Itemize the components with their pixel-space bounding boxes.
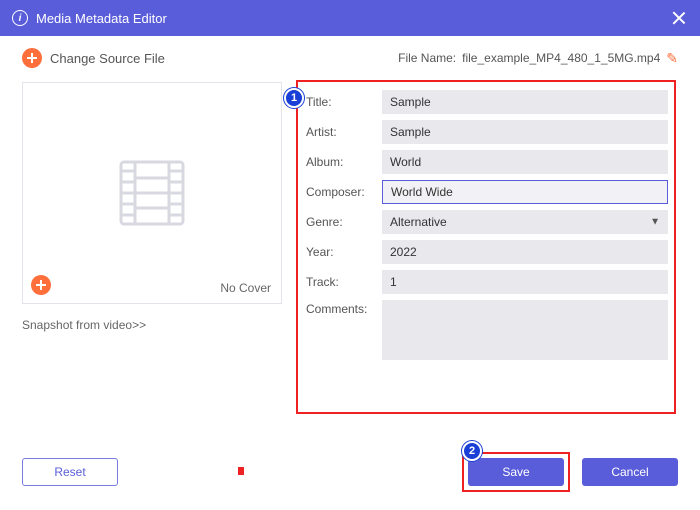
- info-icon: i: [12, 10, 28, 26]
- file-name-label: File Name:: [398, 51, 456, 65]
- album-label: Album:: [306, 155, 382, 169]
- title-input[interactable]: [382, 90, 668, 114]
- genre-value[interactable]: [382, 210, 668, 234]
- pencil-icon[interactable]: ✎: [666, 50, 678, 67]
- track-label: Track:: [306, 275, 382, 289]
- composer-label: Composer:: [306, 185, 382, 199]
- cancel-button[interactable]: Cancel: [582, 458, 678, 486]
- cover-panel: No Cover Snapshot from video>>: [22, 82, 282, 374]
- year-input[interactable]: [382, 240, 668, 264]
- close-icon[interactable]: [670, 9, 688, 27]
- annotation-badge-2: 2: [462, 441, 482, 461]
- window-title: Media Metadata Editor: [36, 11, 167, 26]
- comments-label: Comments:: [306, 300, 382, 316]
- file-info: File Name: file_example_MP4_480_1_5MG.mp…: [398, 50, 678, 67]
- title-label: Title:: [306, 95, 382, 109]
- top-row: Change Source File File Name: file_examp…: [22, 48, 678, 68]
- artist-label: Artist:: [306, 125, 382, 139]
- change-source-button[interactable]: Change Source File: [22, 48, 165, 68]
- year-label: Year:: [306, 245, 382, 259]
- film-icon: [107, 158, 197, 228]
- comments-input[interactable]: [382, 300, 668, 360]
- file-name-value: file_example_MP4_480_1_5MG.mp4: [462, 51, 660, 65]
- metadata-form: Title: Artist: Album: Composer: Genre: ▼: [292, 82, 678, 374]
- album-input[interactable]: [382, 150, 668, 174]
- annotation-dot: [238, 467, 244, 475]
- track-input[interactable]: [382, 270, 668, 294]
- no-cover-label: No Cover: [220, 281, 271, 295]
- plus-icon: [22, 48, 42, 68]
- change-source-label: Change Source File: [50, 51, 165, 66]
- footer: Reset Save Cancel: [0, 452, 700, 492]
- reset-button[interactable]: Reset: [22, 458, 118, 486]
- cover-box: No Cover: [22, 82, 282, 304]
- composer-input[interactable]: [382, 180, 668, 204]
- artist-input[interactable]: [382, 120, 668, 144]
- titlebar: i Media Metadata Editor: [0, 0, 700, 36]
- main-area: No Cover Snapshot from video>> Title: Ar…: [22, 82, 678, 374]
- genre-select[interactable]: ▼: [382, 210, 668, 234]
- annotation-badge-1: 1: [284, 88, 304, 108]
- save-button[interactable]: Save: [468, 458, 564, 486]
- add-cover-button[interactable]: [31, 275, 51, 295]
- genre-label: Genre:: [306, 215, 382, 229]
- snapshot-link[interactable]: Snapshot from video>>: [22, 318, 282, 332]
- content: Change Source File File Name: file_examp…: [0, 36, 700, 374]
